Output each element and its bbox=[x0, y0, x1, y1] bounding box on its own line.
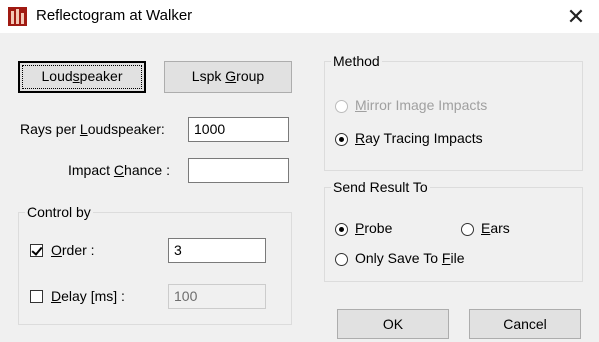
close-button[interactable]: ✕ bbox=[553, 0, 599, 33]
method-title: Method bbox=[331, 53, 382, 69]
ray-tracing-label: Ray Tracing Impacts bbox=[355, 130, 483, 146]
probe-radio[interactable] bbox=[335, 223, 348, 236]
delay-label: Delay [ms] : bbox=[51, 288, 125, 304]
ears-radio[interactable] bbox=[461, 223, 474, 236]
order-input[interactable]: 3 bbox=[168, 238, 266, 263]
ray-tracing-radio[interactable] bbox=[335, 133, 348, 146]
delay-input[interactable]: 100 bbox=[168, 284, 266, 309]
order-checkbox[interactable] bbox=[30, 244, 43, 257]
window-title: Reflectogram at Walker bbox=[36, 7, 193, 24]
impact-chance-label: Impact Chance : bbox=[68, 162, 170, 178]
only-save-to-file-label: Only Save To File bbox=[355, 250, 465, 266]
only-save-to-file-radio[interactable] bbox=[335, 253, 348, 266]
order-label: Order : bbox=[51, 242, 95, 258]
title-bar: Reflectogram at Walker ✕ bbox=[0, 0, 599, 33]
control-by-title: Control by bbox=[25, 204, 93, 220]
rays-per-loudspeaker-input[interactable]: 1000 bbox=[188, 117, 289, 142]
send-result-title: Send Result To bbox=[331, 179, 430, 195]
ok-button[interactable]: OK bbox=[337, 309, 449, 339]
method-group: Method bbox=[324, 53, 583, 171]
cancel-button[interactable]: Cancel bbox=[469, 309, 581, 339]
delay-checkbox[interactable] bbox=[30, 290, 43, 303]
probe-label: Probe bbox=[355, 220, 393, 236]
mirror-image-label: Mirror Image Impacts bbox=[355, 97, 488, 113]
rays-per-loudspeaker-label: Rays per Loudspeaker: bbox=[20, 121, 165, 137]
app-icon bbox=[8, 7, 27, 26]
ears-label: Ears bbox=[481, 220, 510, 236]
close-icon: ✕ bbox=[566, 4, 586, 29]
loudspeaker-button[interactable]: Loudspeaker bbox=[18, 61, 146, 93]
lspk-group-button[interactable]: Lspk Group bbox=[164, 61, 292, 93]
mirror-image-radio[interactable] bbox=[335, 100, 348, 113]
impact-chance-input[interactable] bbox=[188, 158, 289, 183]
dialog-body: Loudspeaker Lspk Group Rays per Loudspea… bbox=[0, 33, 599, 342]
